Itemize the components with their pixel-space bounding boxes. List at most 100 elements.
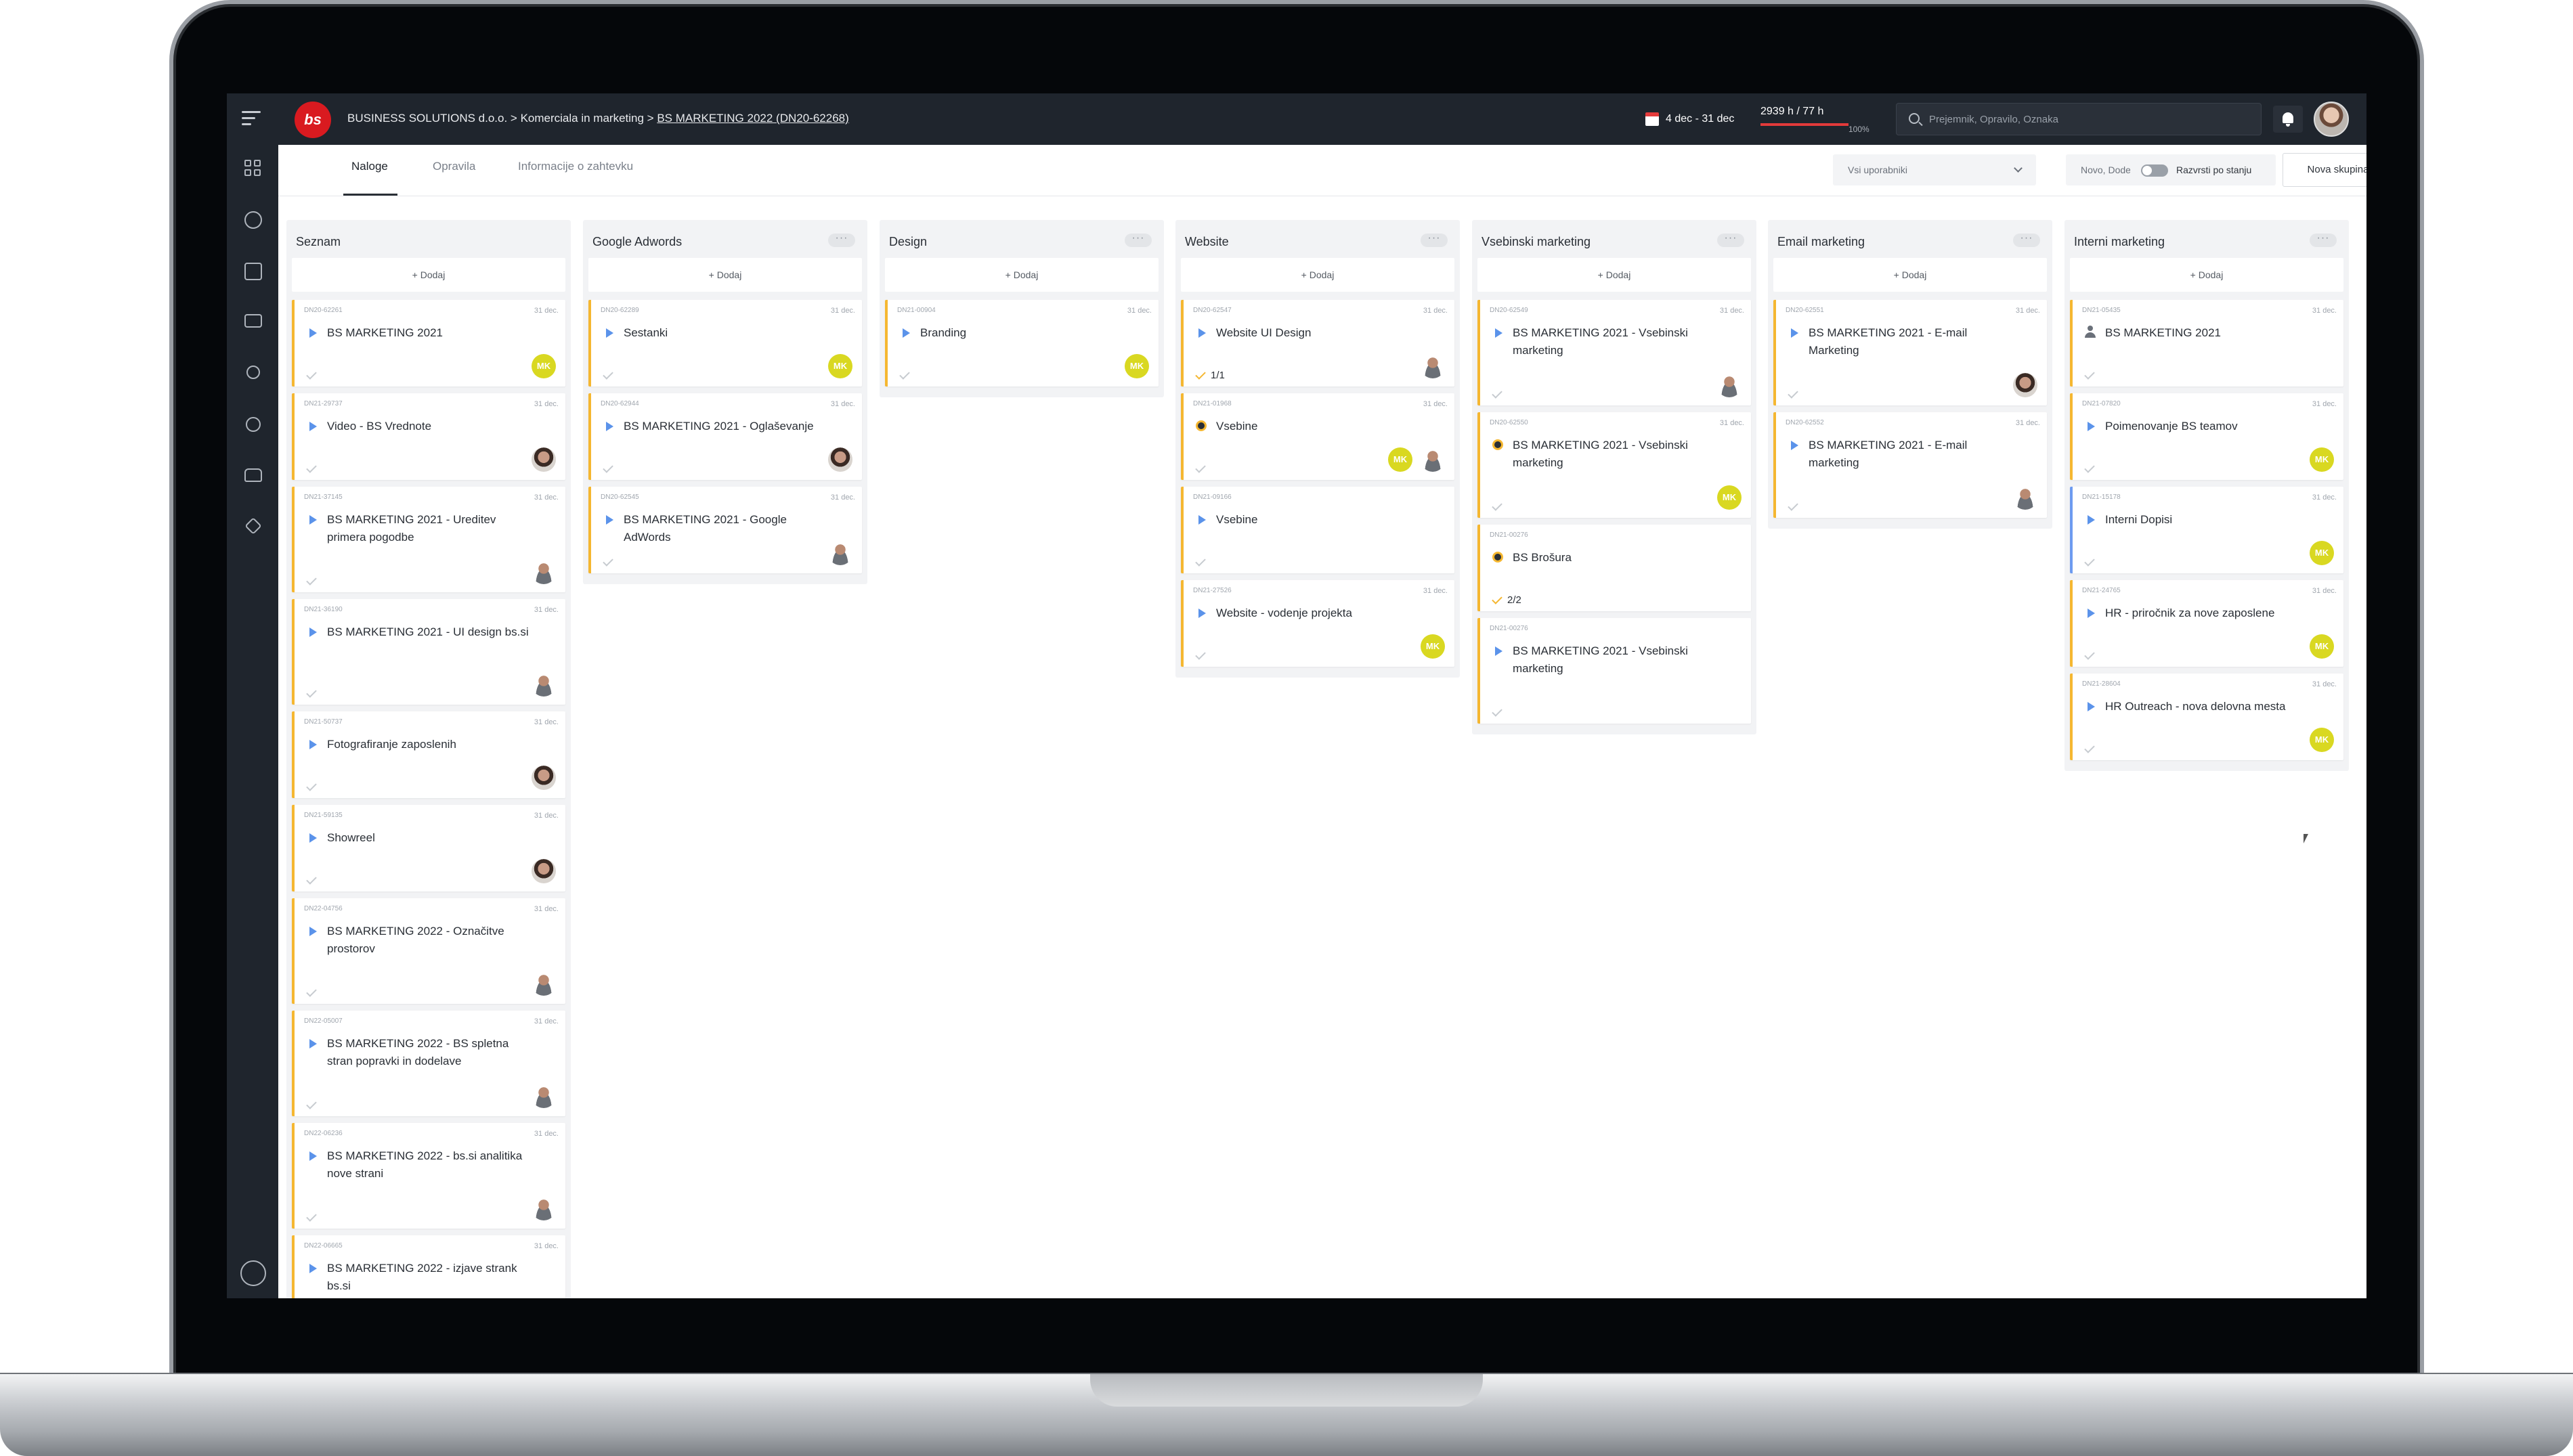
checkmark-icon[interactable] xyxy=(1195,462,1206,473)
assignee-avatar[interactable] xyxy=(532,859,556,883)
checkmark-icon[interactable] xyxy=(899,369,910,380)
hamburger-menu-icon[interactable] xyxy=(242,111,261,127)
assignee-avatar[interactable]: MK xyxy=(1125,354,1149,378)
assignee-avatar[interactable] xyxy=(532,971,556,996)
assignee-avatar[interactable] xyxy=(828,541,852,565)
checkmark-icon[interactable] xyxy=(2084,649,2095,660)
checkmark-icon[interactable] xyxy=(306,1211,317,1222)
task-card[interactable]: DN20-62550 31 dec. BS MARKETING 2021 - Vse… xyxy=(1477,412,1751,518)
task-card[interactable]: DN21-59135 31 dec. Showreel xyxy=(292,805,565,891)
assignee-avatar[interactable]: MK xyxy=(2310,541,2334,565)
add-card-button[interactable]: + Dodaj xyxy=(292,258,565,292)
tab-opravila[interactable]: Opravila xyxy=(433,160,475,173)
assignee-avatar[interactable] xyxy=(828,447,852,472)
checkmark-icon[interactable] xyxy=(1492,594,1502,604)
checkmark-icon[interactable] xyxy=(306,874,317,885)
assignee-avatar[interactable] xyxy=(532,1084,556,1108)
column-more-icon[interactable]: ··· xyxy=(1421,233,1448,247)
column-more-icon[interactable]: ··· xyxy=(828,233,855,247)
company-logo[interactable]: bs xyxy=(295,102,331,138)
user-icon[interactable] xyxy=(246,366,260,379)
checkmark-icon[interactable] xyxy=(1492,388,1502,399)
task-card[interactable]: DN20-62552 31 dec. BS MARKETING 2021 - E-m… xyxy=(1773,412,2047,518)
checkmark-icon[interactable] xyxy=(306,687,317,698)
task-card[interactable]: DN21-07820 31 dec. Poimenovanje BS teamov M… xyxy=(2070,393,2343,480)
add-card-button[interactable]: + Dodaj xyxy=(588,258,862,292)
checkmark-icon[interactable] xyxy=(306,575,317,586)
assignee-avatar[interactable]: MK xyxy=(2310,634,2334,659)
breadcrumb-company[interactable]: BUSINESS SOLUTIONS d.o.o. xyxy=(347,112,507,125)
assignee-avatar[interactable]: MK xyxy=(532,354,556,378)
task-card[interactable]: DN21-09166 Vsebine xyxy=(1181,487,1454,573)
add-card-button[interactable]: + Dodaj xyxy=(885,258,1159,292)
assignee-avatar[interactable] xyxy=(532,1196,556,1220)
task-card[interactable]: DN20-62944 31 dec. BS MARKETING 2021 - Ogl… xyxy=(588,393,862,480)
task-card[interactable]: DN21-00276 BS MARKETING 2021 - Vsebinski … xyxy=(1477,618,1751,724)
assignee-avatar[interactable] xyxy=(1421,447,1445,472)
checkmark-icon[interactable] xyxy=(1195,369,1206,380)
checkmark-icon[interactable] xyxy=(603,462,613,473)
checkmark-icon[interactable] xyxy=(306,780,317,791)
notifications-button[interactable] xyxy=(2273,106,2303,133)
task-card[interactable]: DN21-01968 31 dec. Vsebine MK xyxy=(1181,393,1454,480)
task-card[interactable]: DN21-28604 31 dec. HR Outreach - nova delo… xyxy=(2070,674,2343,760)
add-card-button[interactable]: + Dodaj xyxy=(2070,258,2343,292)
task-card[interactable]: DN21-37145 31 dec. BS MARKETING 2021 - Ure… xyxy=(292,487,565,592)
user-avatar[interactable] xyxy=(2314,102,2349,137)
assignee-avatar[interactable] xyxy=(1717,373,1742,397)
task-card[interactable]: DN21-00276 BS Brošura 2/2 xyxy=(1477,525,1751,611)
checkmark-icon[interactable] xyxy=(2084,369,2095,380)
task-card[interactable]: DN21-50737 31 dec. Fotografiranje zaposlen… xyxy=(292,711,565,798)
task-card[interactable]: DN20-62545 31 dec. BS MARKETING 2021 - Goo… xyxy=(588,487,862,573)
checkmark-icon[interactable] xyxy=(1788,388,1798,399)
checkmark-icon[interactable] xyxy=(1788,500,1798,511)
task-card[interactable]: DN21-00904 31 dec. Branding MK xyxy=(885,300,1159,387)
checkmark-icon[interactable] xyxy=(2084,462,2095,473)
checkmark-icon[interactable] xyxy=(306,462,317,473)
assignee-avatar[interactable] xyxy=(2013,373,2037,397)
assignee-avatar[interactable] xyxy=(532,672,556,697)
add-card-button[interactable]: + Dodaj xyxy=(1181,258,1454,292)
search-field[interactable]: Prejemnik, Opravilo, Oznaka xyxy=(1896,103,2262,135)
add-card-button[interactable]: + Dodaj xyxy=(1773,258,2047,292)
settings-icon[interactable] xyxy=(240,1260,266,1286)
task-card[interactable]: DN22-04756 31 dec. BS MARKETING 2022 - Ozn… xyxy=(292,898,565,1004)
toggle-switch[interactable] xyxy=(2141,164,2168,177)
checkmark-icon[interactable] xyxy=(306,986,317,997)
task-card[interactable]: DN20-62549 31 dec. BS MARKETING 2021 - Vse… xyxy=(1477,300,1751,405)
task-card[interactable]: DN21-15178 31 dec. Interni Dopisi MK xyxy=(2070,487,2343,573)
checkmark-icon[interactable] xyxy=(1195,649,1206,660)
task-card[interactable]: DN20-62261 31 dec. BS MARKETING 2021 MK xyxy=(292,300,565,387)
column-more-icon[interactable]: ··· xyxy=(2013,233,2040,247)
travel-icon[interactable] xyxy=(246,417,261,432)
sort-by-status-toggle[interactable]: Razvrsti po stanju xyxy=(2130,154,2266,185)
assignee-avatar[interactable] xyxy=(532,766,556,790)
task-card[interactable]: DN21-36190 31 dec. BS MARKETING 2021 - UI … xyxy=(292,599,565,705)
checkmark-icon[interactable] xyxy=(1195,556,1206,567)
checkmark-icon[interactable] xyxy=(603,556,613,567)
task-card[interactable]: DN21-29737 31 dec. Video - BS Vrednote xyxy=(292,393,565,480)
education-icon[interactable] xyxy=(244,517,262,535)
breadcrumb-department[interactable]: Komerciala in marketing xyxy=(521,112,644,125)
assignee-avatar[interactable] xyxy=(2013,485,2037,510)
task-card[interactable]: DN20-62551 31 dec. BS MARKETING 2021 - E-m… xyxy=(1773,300,2047,405)
task-card[interactable]: DN22-06665 31 dec. BS MARKETING 2022 - izj… xyxy=(292,1235,565,1298)
checkmark-icon[interactable] xyxy=(306,369,317,380)
new-group-button[interactable]: Nova skupina xyxy=(2283,153,2366,187)
checkmark-icon[interactable] xyxy=(603,369,613,380)
breadcrumb-project[interactable]: BS MARKETING 2022 (DN20-62268) xyxy=(657,112,848,125)
checkmark-icon[interactable] xyxy=(306,1099,317,1109)
assignee-avatar[interactable] xyxy=(532,560,556,584)
tab-naloge[interactable]: Naloge xyxy=(351,160,388,173)
task-card[interactable]: DN22-06236 31 dec. BS MARKETING 2022 - bs.… xyxy=(292,1123,565,1229)
checkmark-icon[interactable] xyxy=(2084,743,2095,753)
assignee-avatar[interactable]: MK xyxy=(1717,485,1742,510)
assignee-avatar[interactable] xyxy=(1421,354,1445,378)
checkmark-icon[interactable] xyxy=(1492,706,1502,717)
assignee-avatar[interactable]: MK xyxy=(2310,728,2334,752)
assignee-avatar[interactable]: MK xyxy=(1421,634,1445,659)
task-card[interactable]: DN21-27526 31 dec. Website - vodenje proje… xyxy=(1181,580,1454,667)
car-icon[interactable] xyxy=(244,468,262,482)
assignee-avatar[interactable]: MK xyxy=(2310,447,2334,472)
assignee-avatar[interactable] xyxy=(532,447,556,472)
